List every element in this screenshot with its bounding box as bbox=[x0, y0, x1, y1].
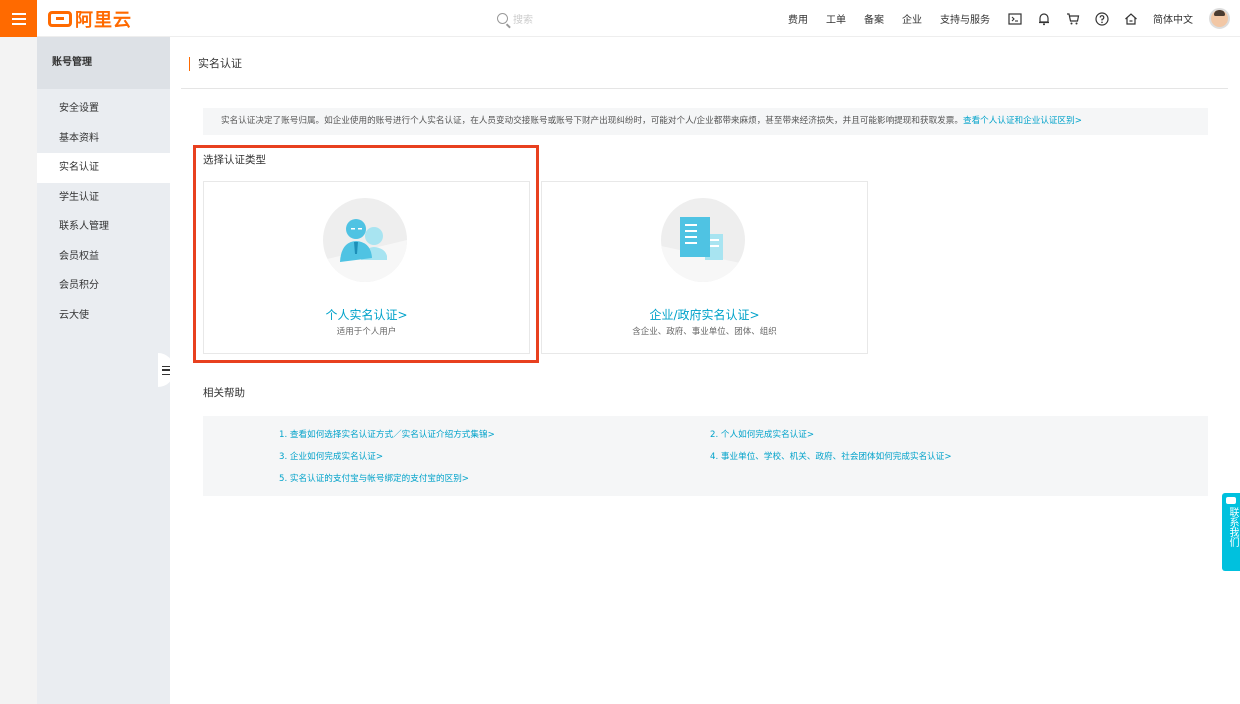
logo[interactable]: 阿里云 bbox=[48, 8, 132, 31]
avatar[interactable] bbox=[1209, 8, 1230, 29]
sidebar-list: 安全设置 基本资料 实名认证 学生认证 联系人管理 会员权益 会员积分 云大使 bbox=[37, 94, 170, 330]
nav-link-fees[interactable]: 费用 bbox=[788, 11, 808, 26]
help-link-1[interactable]: 1. 查看如何选择实名认证方式／实名认证介绍方式集锦> bbox=[279, 428, 495, 440]
help-links-box: 1. 查看如何选择实名认证方式／实名认证介绍方式集锦> 2. 个人如何完成实名认… bbox=[203, 416, 1208, 496]
sidebar-item-member-rights[interactable]: 会员权益 bbox=[37, 242, 170, 272]
help-link-3[interactable]: 3. 企业如何完成实名认证> bbox=[279, 450, 383, 462]
sidebar: 账号管理 安全设置 基本资料 实名认证 学生认证 联系人管理 会员权益 会员积分… bbox=[37, 37, 170, 704]
contact-us-label: 联系我们 bbox=[1227, 507, 1238, 547]
logo-text: 阿里云 bbox=[75, 10, 132, 31]
sidebar-item-contacts[interactable]: 联系人管理 bbox=[37, 212, 170, 242]
collapse-icon bbox=[162, 365, 170, 375]
language-switcher[interactable]: 简体中文 bbox=[1153, 11, 1193, 26]
notice-text: 实名认证决定了账号归属。如企业使用的账号进行个人实名认证，在人员变动交接账号或账… bbox=[221, 116, 963, 126]
enterprise-verify-subtitle: 含企业、政府、事业单位、团体、组织 bbox=[632, 327, 777, 337]
sidebar-item-ambassador[interactable]: 云大使 bbox=[37, 301, 170, 331]
sidebar-item-security[interactable]: 安全设置 bbox=[37, 94, 170, 124]
search-input[interactable]: 搜索 bbox=[513, 11, 533, 26]
help-icon[interactable] bbox=[1095, 11, 1109, 26]
cart-icon[interactable] bbox=[1066, 12, 1080, 26]
nav-link-support[interactable]: 支持与服务 bbox=[940, 11, 990, 26]
nav-link-enterprise[interactable]: 企业 bbox=[902, 11, 922, 26]
enterprise-verify-card[interactable]: 企业/政府实名认证> 含企业、政府、事业单位、团体、组织 bbox=[541, 181, 868, 354]
sidebar-item-basic-info[interactable]: 基本资料 bbox=[37, 124, 170, 154]
sidebar-item-student[interactable]: 学生认证 bbox=[37, 183, 170, 213]
help-link-2[interactable]: 2. 个人如何完成实名认证> bbox=[710, 428, 814, 440]
main-content: 实名认证 实名认证决定了账号归属。如企业使用的账号进行个人实名认证，在人员变动交… bbox=[170, 37, 1240, 704]
help-section-label: 相关帮助 bbox=[203, 387, 245, 399]
bell-icon[interactable] bbox=[1037, 12, 1051, 26]
menu-icon[interactable] bbox=[0, 0, 37, 37]
notice-banner: 实名认证决定了账号归属。如企业使用的账号进行个人实名认证，在人员变动交接账号或账… bbox=[203, 108, 1208, 135]
nav-link-tickets[interactable]: 工单 bbox=[826, 11, 846, 26]
help-link-4[interactable]: 4. 事业单位、学校、机关、政府、社会团体如何完成实名认证> bbox=[710, 450, 952, 462]
top-nav: 费用 工单 备案 企业 支持与服务 简体中文 bbox=[788, 0, 1240, 37]
search-icon bbox=[497, 13, 508, 24]
sidebar-title: 账号管理 bbox=[37, 37, 170, 89]
building-illustration-icon bbox=[661, 198, 745, 282]
notice-link[interactable]: 查看个人认证和企业认证区别> bbox=[963, 116, 1082, 126]
enterprise-verify-title[interactable]: 企业/政府实名认证> bbox=[542, 306, 867, 323]
help-link-5[interactable]: 5. 实名认证的支付宝与帐号绑定的支付宝的区别> bbox=[279, 472, 469, 484]
left-rail bbox=[0, 37, 37, 704]
home-icon[interactable] bbox=[1124, 12, 1138, 26]
chat-icon bbox=[1226, 497, 1236, 504]
highlight-box bbox=[193, 145, 539, 363]
logo-mark-icon bbox=[48, 11, 72, 27]
sidebar-item-real-name[interactable]: 实名认证 bbox=[37, 153, 170, 183]
sidebar-item-member-points[interactable]: 会员积分 bbox=[37, 271, 170, 301]
nav-link-icp[interactable]: 备案 bbox=[864, 11, 884, 26]
contact-us-button[interactable]: 联系我们 bbox=[1222, 493, 1240, 571]
top-bar: 阿里云 搜索 费用 工单 备案 企业 支持与服务 简体中文 bbox=[0, 0, 1240, 37]
terminal-icon[interactable] bbox=[1008, 12, 1022, 26]
search[interactable]: 搜索 bbox=[497, 11, 533, 26]
page-title: 实名认证 bbox=[189, 57, 242, 71]
page-header: 实名认证 bbox=[181, 57, 1228, 89]
